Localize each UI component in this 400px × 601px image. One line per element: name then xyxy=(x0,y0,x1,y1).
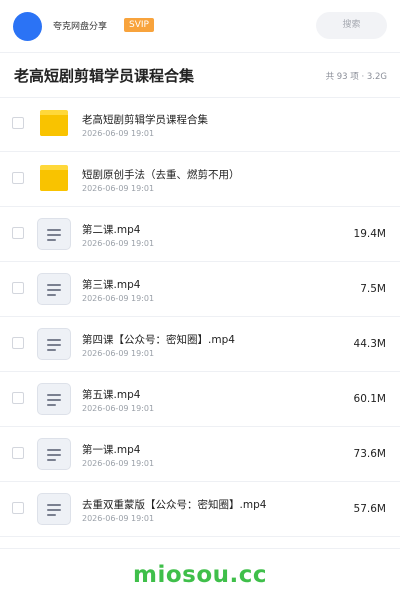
row-checkbox[interactable] xyxy=(12,172,24,184)
avatar[interactable] xyxy=(13,12,42,41)
file-name: 老高短剧剪辑学员课程合集 xyxy=(82,114,208,126)
file-name: 去重双重蒙版【公众号：密知圈】.mp4 xyxy=(82,499,267,511)
file-size: 7.5M xyxy=(360,283,386,295)
folder-icon xyxy=(37,108,71,140)
file-date: 2026-06-09 19:01 xyxy=(82,404,155,413)
row-checkbox[interactable] xyxy=(12,117,24,129)
row-checkbox[interactable] xyxy=(12,227,24,239)
file-size: 19.4M xyxy=(353,228,386,240)
list-item[interactable]: 第一课.mp4 2026-06-09 19:01 73.6M xyxy=(0,427,400,482)
video-file-icon xyxy=(37,493,71,525)
list-item[interactable]: 第二课.mp4 2026-06-09 19:01 19.4M xyxy=(0,207,400,262)
file-name: 第五课.mp4 xyxy=(82,389,141,401)
file-size: 44.3M xyxy=(353,338,386,350)
row-checkbox[interactable] xyxy=(12,282,24,294)
file-size: 57.6M xyxy=(353,503,386,515)
file-size: 73.6M xyxy=(353,448,386,460)
file-date: 2026-06-09 19:01 xyxy=(82,129,155,138)
row-checkbox[interactable] xyxy=(12,337,24,349)
app-name: 夸克网盘分享 xyxy=(53,22,108,32)
file-name: 短剧原创手法（去重、燃剪不用） xyxy=(82,169,240,181)
file-date: 2026-06-09 19:01 xyxy=(82,294,155,303)
row-checkbox[interactable] xyxy=(12,447,24,459)
file-name: 第二课.mp4 xyxy=(82,224,141,236)
file-date: 2026-06-09 19:01 xyxy=(82,349,155,358)
file-date: 2026-06-09 19:01 xyxy=(82,514,155,523)
video-file-icon xyxy=(37,438,71,470)
list-item[interactable]: 第三课.mp4 2026-06-09 19:01 7.5M xyxy=(0,262,400,317)
search-button[interactable]: 搜索 xyxy=(316,12,387,39)
top-bar: 夸克网盘分享 SVIP 搜索 xyxy=(0,0,400,53)
folder-icon xyxy=(37,163,71,195)
row-checkbox[interactable] xyxy=(12,502,24,514)
file-name: 第三课.mp4 xyxy=(82,279,141,291)
file-list: 老高短剧剪辑学员课程合集 2026-06-09 19:01 短剧原创手法（去重、… xyxy=(0,97,400,537)
file-date: 2026-06-09 19:01 xyxy=(82,184,155,193)
row-checkbox[interactable] xyxy=(12,392,24,404)
file-name: 第四课【公众号：密知圈】.mp4 xyxy=(82,334,235,346)
video-file-icon xyxy=(37,218,71,250)
list-item[interactable]: 短剧原创手法（去重、燃剪不用） 2026-06-09 19:01 xyxy=(0,152,400,207)
folder-header: 老高短剧剪辑学员课程合集 共 93 项 · 3.2G xyxy=(0,53,400,98)
file-date: 2026-06-09 19:01 xyxy=(82,459,155,468)
file-date: 2026-06-09 19:01 xyxy=(82,239,155,248)
list-item[interactable]: 第五课.mp4 2026-06-09 19:01 60.1M xyxy=(0,372,400,427)
list-item[interactable]: 第四课【公众号：密知圈】.mp4 2026-06-09 19:01 44.3M xyxy=(0,317,400,372)
video-file-icon xyxy=(37,328,71,360)
watermark: miosou.cc xyxy=(132,562,268,588)
video-file-icon xyxy=(37,273,71,305)
list-item[interactable]: 去重双重蒙版【公众号：密知圈】.mp4 2026-06-09 19:01 57.… xyxy=(0,482,400,537)
file-name: 第一课.mp4 xyxy=(82,444,141,456)
svip-badge: SVIP xyxy=(124,18,154,32)
video-file-icon xyxy=(37,383,71,415)
page-title: 老高短剧剪辑学员课程合集 xyxy=(14,67,195,85)
list-item[interactable]: 老高短剧剪辑学员课程合集 2026-06-09 19:01 xyxy=(0,97,400,152)
file-size: 60.1M xyxy=(353,393,386,405)
folder-summary: 共 93 项 · 3.2G xyxy=(325,72,387,82)
